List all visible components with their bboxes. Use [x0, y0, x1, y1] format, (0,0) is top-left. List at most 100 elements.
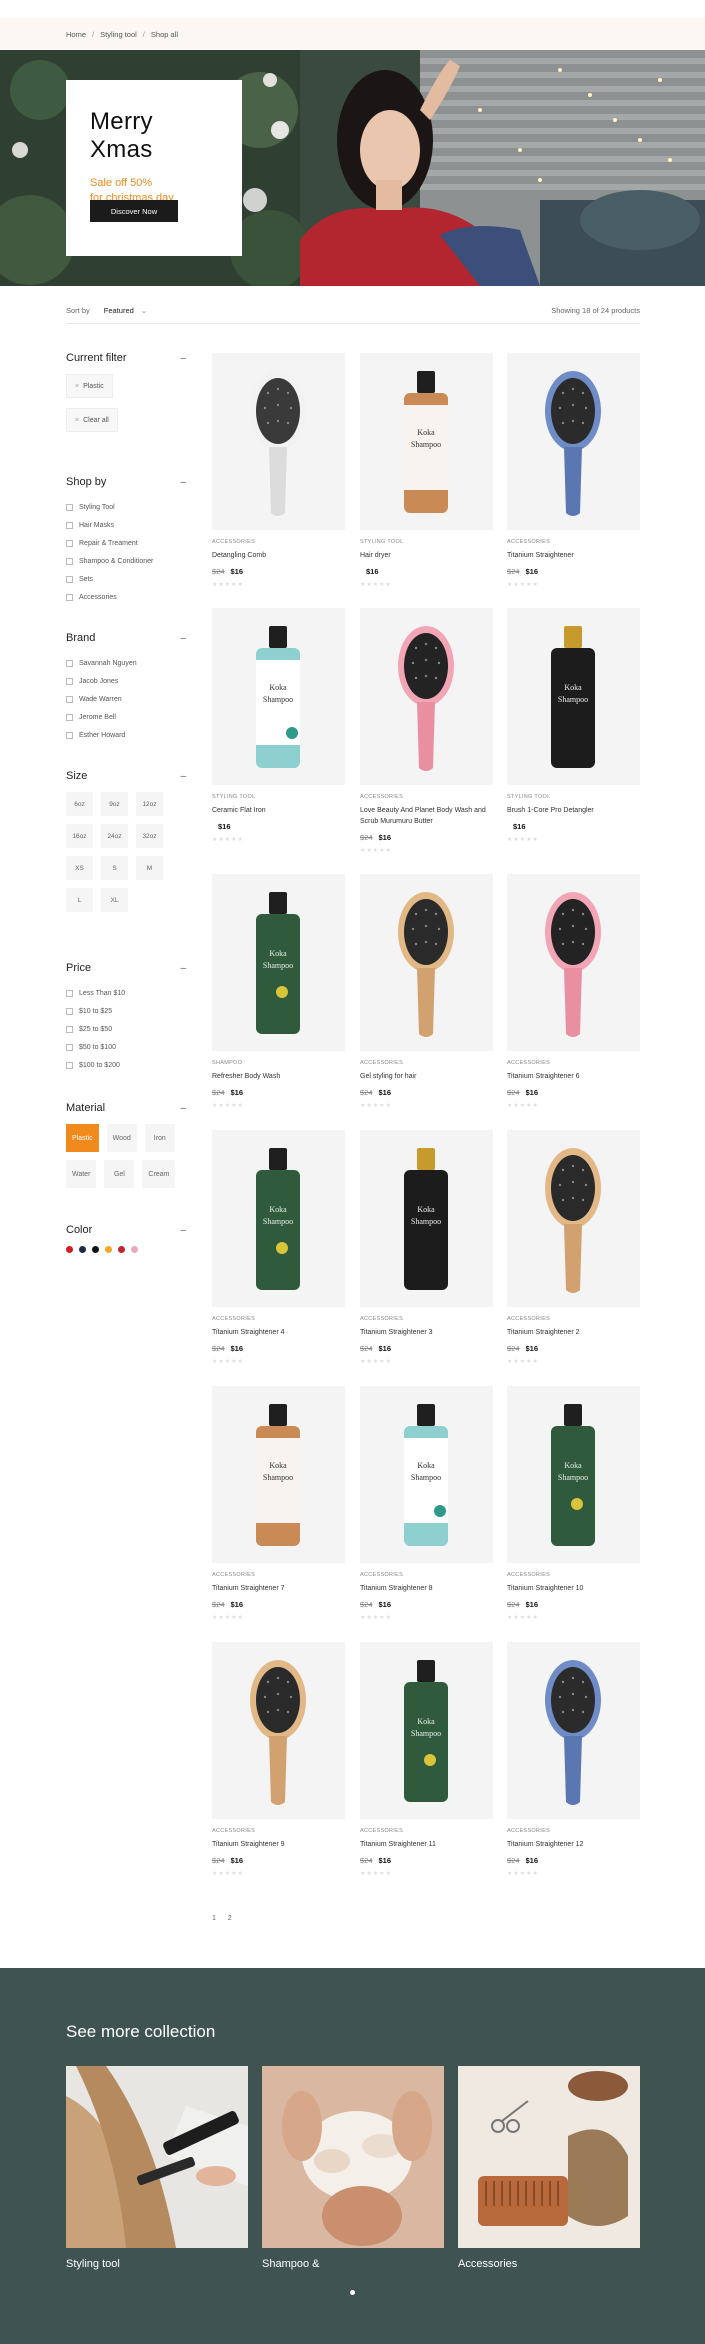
product-name[interactable]: Titanium Straightener 12 — [507, 1840, 640, 1851]
checkbox[interactable] — [66, 989, 73, 997]
collection-card-accessories[interactable]: Accessories — [458, 2066, 640, 2270]
material-option[interactable]: Cream — [142, 1160, 176, 1188]
shop-by-option[interactable]: Sets — [66, 570, 186, 588]
collection-image[interactable] — [458, 2066, 640, 2248]
product-card[interactable]: Koka Shampoo ACCESSORIES Titanium Straig… — [212, 1130, 345, 1365]
product-card[interactable]: ACCESSORIES Titanium Straightener 6 $24 $… — [507, 874, 640, 1109]
page-1-link[interactable]: 1 — [212, 1915, 216, 1922]
brand-option[interactable]: Jerome Bell — [66, 708, 186, 726]
price-option[interactable]: $100 to $200 — [66, 1056, 186, 1074]
product-name[interactable]: Titanium Straightener 10 — [507, 1584, 640, 1595]
product-card[interactable]: Koka Shampoo STYLING TOOL Brush 1-Core P… — [507, 608, 640, 843]
product-name[interactable]: Brush 1-Core Pro Detangler — [507, 806, 640, 817]
product-name[interactable]: Love Beauty And Planet Body Wash and Scr… — [360, 806, 493, 828]
product-name[interactable]: Titanium Straightener 4 — [212, 1328, 345, 1339]
shop-by-option[interactable]: Accessories — [66, 588, 186, 606]
brand-option[interactable]: Savannah Nguyen — [66, 654, 186, 672]
product-image[interactable]: Koka Shampoo — [212, 608, 345, 785]
product-name[interactable]: Titanium Straightener 9 — [212, 1840, 345, 1851]
checkbox[interactable] — [66, 503, 73, 511]
size-option[interactable]: 6oz — [66, 792, 93, 816]
size-option[interactable]: L — [66, 888, 93, 912]
color-swatch[interactable] — [105, 1246, 112, 1253]
clear-all-chip[interactable]: × Clear all — [66, 408, 118, 432]
collapse-icon[interactable]: – — [180, 1103, 186, 1114]
color-swatch[interactable] — [79, 1246, 86, 1253]
product-image[interactable]: Koka Shampoo — [212, 1130, 345, 1307]
collapse-icon[interactable]: – — [180, 353, 186, 364]
checkbox[interactable] — [66, 521, 73, 529]
size-option[interactable]: 24oz — [101, 824, 128, 848]
product-card[interactable]: Koka Shampoo SHAMPOO Refresher Body Wash… — [212, 874, 345, 1109]
product-card[interactable]: Koka Shampoo ACCESSORIES Titanium Straig… — [360, 1130, 493, 1365]
product-image[interactable]: Koka Shampoo — [360, 353, 493, 530]
collapse-icon[interactable]: – — [180, 963, 186, 974]
shop-by-option[interactable]: Styling Tool — [66, 498, 186, 516]
breadcrumb-styling-tool[interactable]: Styling tool — [100, 30, 137, 39]
sort-dropdown[interactable]: Featured ⌄ — [104, 306, 147, 315]
checkbox[interactable] — [66, 575, 73, 583]
size-option[interactable]: 12oz — [136, 792, 163, 816]
checkbox[interactable] — [66, 695, 73, 703]
price-option[interactable]: $25 to $50 — [66, 1020, 186, 1038]
product-name[interactable]: Ceramic Flat Iron — [212, 806, 345, 817]
product-name[interactable]: Titanium Straightener 8 — [360, 1584, 493, 1595]
collection-image[interactable] — [262, 2066, 444, 2248]
product-image[interactable] — [507, 1130, 640, 1307]
size-option[interactable]: XS — [66, 856, 93, 880]
color-swatch[interactable] — [92, 1246, 99, 1253]
product-image[interactable]: Koka Shampoo — [212, 1386, 345, 1563]
collection-card-shampoo[interactable]: Shampoo & — [262, 2066, 444, 2270]
product-name[interactable]: Titanium Straightener 2 — [507, 1328, 640, 1339]
price-option[interactable]: $50 to $100 — [66, 1038, 186, 1056]
price-option[interactable]: Less Than $10 — [66, 984, 186, 1002]
breadcrumb-shop-all[interactable]: Shop all — [151, 30, 178, 39]
brand-option[interactable]: Jacob Jones — [66, 672, 186, 690]
product-name[interactable]: Titanium Straightener 7 — [212, 1584, 345, 1595]
collapse-icon[interactable]: – — [180, 771, 186, 782]
product-card[interactable]: ACCESSORIES Detangling Comb $24 $16 ★★★★★ — [212, 353, 345, 588]
material-option[interactable]: Iron — [144, 1124, 175, 1152]
material-option[interactable]: Wood — [106, 1124, 137, 1152]
product-image[interactable] — [360, 874, 493, 1051]
product-card[interactable]: Koka Shampoo ACCESSORIES Titanium Straig… — [507, 1386, 640, 1621]
product-name[interactable]: Titanium Straightener 6 — [507, 1072, 640, 1083]
product-name[interactable]: Titanium Straightener 3 — [360, 1328, 493, 1339]
product-card[interactable]: Koka Shampoo ACCESSORIES Titanium Straig… — [360, 1642, 493, 1877]
product-image[interactable] — [507, 353, 640, 530]
product-name[interactable]: Titanium Straightener 11 — [360, 1840, 493, 1851]
size-option[interactable]: 16oz — [66, 824, 93, 848]
product-card[interactable]: Koka Shampoo ACCESSORIES Titanium Straig… — [360, 1386, 493, 1621]
shop-by-option[interactable]: Repair & Treament — [66, 534, 186, 552]
product-image[interactable]: Koka Shampoo — [360, 1386, 493, 1563]
checkbox[interactable] — [66, 731, 73, 739]
checkbox[interactable] — [66, 1025, 73, 1033]
brand-option[interactable]: Wade Warren — [66, 690, 186, 708]
shop-by-option[interactable]: Shampoo & Conditioner — [66, 552, 186, 570]
color-swatch[interactable] — [66, 1246, 73, 1253]
material-option[interactable]: Gel — [104, 1160, 135, 1188]
checkbox[interactable] — [66, 659, 73, 667]
product-image[interactable] — [507, 1642, 640, 1819]
checkbox[interactable] — [66, 1061, 73, 1069]
checkbox[interactable] — [66, 539, 73, 547]
discover-now-button[interactable]: Discover Now — [90, 200, 178, 222]
size-option[interactable]: XL — [101, 888, 128, 912]
product-card[interactable]: ACCESSORIES Titanium Straightener 12 $24… — [507, 1642, 640, 1877]
breadcrumb-home[interactable]: Home — [66, 30, 86, 39]
product-image[interactable]: Koka Shampoo — [507, 608, 640, 785]
checkbox[interactable] — [66, 557, 73, 565]
page-2-link[interactable]: 2 — [228, 1915, 232, 1922]
collapse-icon[interactable]: – — [180, 633, 186, 644]
size-option[interactable]: 9oz — [101, 792, 128, 816]
checkbox[interactable] — [66, 593, 73, 601]
size-option[interactable]: S — [101, 856, 128, 880]
product-image[interactable]: Koka Shampoo — [360, 1642, 493, 1819]
product-image[interactable] — [360, 608, 493, 785]
checkbox[interactable] — [66, 713, 73, 721]
product-name[interactable]: Titanium Straightener — [507, 551, 640, 562]
product-name[interactable]: Gel styling for hair — [360, 1072, 493, 1083]
product-image[interactable] — [507, 874, 640, 1051]
product-name[interactable]: Hair dryer — [360, 551, 493, 562]
checkbox[interactable] — [66, 1007, 73, 1015]
